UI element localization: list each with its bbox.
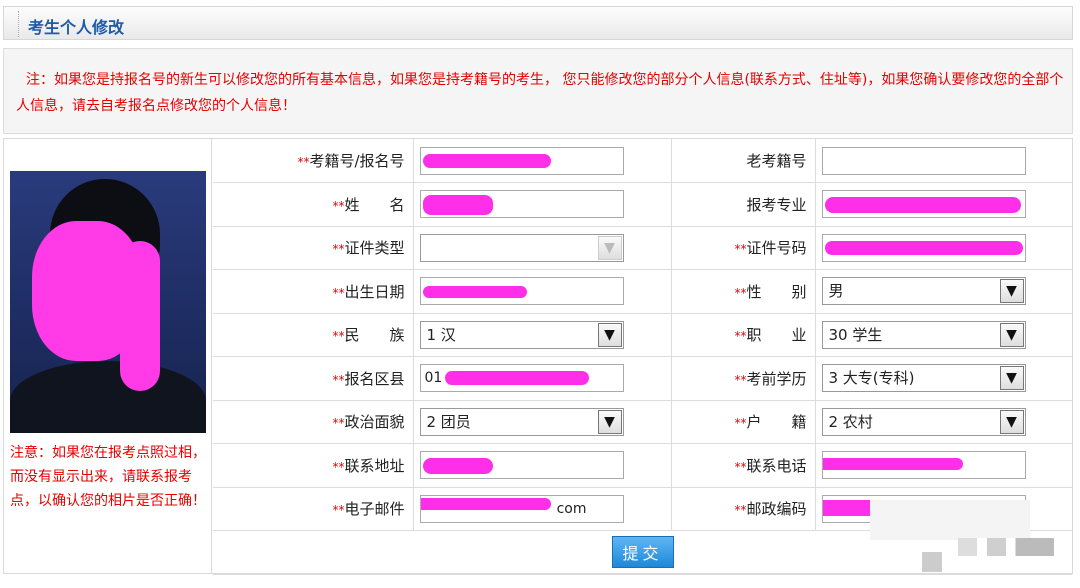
label-major: 报考专业 [671, 182, 816, 227]
chevron-down-icon: ▼ [999, 366, 1024, 391]
redaction-block [958, 538, 1054, 556]
chevron-down-icon: ▼ [597, 235, 622, 260]
label-ethnicity: **民 族 [213, 313, 414, 357]
form-row: **出生日期 **性 别 男 ▼ [213, 269, 1072, 314]
phone-input[interactable] [821, 451, 1026, 480]
chevron-down-icon: ▼ [999, 279, 1024, 304]
form-row: **证件类型 ▼ **证件号码 [213, 226, 1072, 270]
ethnicity-select[interactable]: 1 汉 ▼ [419, 320, 624, 349]
label-email: **电子邮件 [213, 487, 414, 531]
name-input[interactable] [419, 190, 624, 219]
region-input[interactable]: 01 [419, 364, 624, 393]
label-name: **姓 名 [213, 182, 414, 227]
id-type-select[interactable]: ▼ [419, 233, 624, 262]
form-row: **联系地址 **联系电话 [213, 443, 1072, 488]
chevron-down-icon: ▼ [597, 322, 622, 347]
label-occupation: **职 业 [671, 313, 816, 357]
photo-column: 注意：如果您在报考点照过相，而没有显示出来，请联系报考点，以确认您的相片是否正确… [4, 139, 212, 573]
household-select[interactable]: 2 农村 ▼ [821, 407, 1026, 436]
label-exam-no: **考籍号/报名号 [213, 139, 414, 183]
political-select[interactable]: 2 团员 ▼ [419, 407, 624, 436]
photo-note: 注意：如果您在报考点照过相，而没有显示出来，请联系报考点，以确认您的相片是否正确… [10, 445, 206, 509]
chevron-down-icon: ▼ [597, 409, 622, 434]
label-id-type: **证件类型 [213, 226, 414, 270]
header-grip [18, 11, 20, 37]
form-row: **报名区县 01 **考前学历 3 大专(专科) ▼ [213, 356, 1072, 401]
birth-date-input[interactable] [419, 277, 624, 306]
label-id-number: **证件号码 [671, 226, 816, 270]
label-education: **考前学历 [671, 356, 816, 401]
label-phone: **联系电话 [671, 443, 816, 488]
label-postcode: **邮政编码 [671, 487, 816, 531]
form-row: **考籍号/报名号 老考籍号 [213, 139, 1072, 183]
education-select[interactable]: 3 大专(专科) ▼ [821, 364, 1026, 393]
gender-select[interactable]: 男 ▼ [821, 277, 1026, 306]
form-row: **政治面貌 2 团员 ▼ **户 籍 2 农村 ▼ [213, 400, 1072, 444]
notice-text: 注：如果您是持报名号的新生可以修改您的所有基本信息，如果您是持考籍号的考生， 您… [16, 72, 1064, 114]
label-birth-date: **出生日期 [213, 269, 414, 314]
label-political: **政治面貌 [213, 400, 414, 444]
page-title: 考生个人修改 [28, 18, 125, 37]
old-exam-no-input[interactable] [821, 146, 1026, 175]
label-household: **户 籍 [671, 400, 816, 444]
page-header: 考生个人修改 [3, 6, 1073, 40]
chevron-down-icon: ▼ [999, 322, 1024, 347]
submit-button[interactable]: 提交 [611, 536, 674, 569]
label-region: **报名区县 [213, 356, 414, 401]
occupation-select[interactable]: 30 学生 ▼ [821, 320, 1026, 349]
major-input[interactable] [821, 190, 1026, 219]
address-input[interactable] [419, 451, 624, 480]
email-input[interactable]: com [419, 494, 624, 523]
notice-box: 注：如果您是持报名号的新生可以修改您的所有基本信息，如果您是持考籍号的考生， 您… [3, 48, 1073, 134]
redaction-block [870, 500, 1030, 540]
student-photo [10, 171, 206, 433]
chevron-down-icon: ▼ [999, 409, 1024, 434]
exam-no-input[interactable] [419, 146, 624, 175]
id-number-input[interactable] [821, 233, 1026, 262]
label-gender: **性 别 [671, 269, 816, 314]
label-address: **联系地址 [213, 443, 414, 488]
form-row: **姓 名 报考专业 [213, 182, 1072, 227]
redaction-block [922, 552, 942, 572]
form-row: **民 族 1 汉 ▼ **职 业 30 学生 ▼ [213, 313, 1072, 357]
label-old-exam-no: 老考籍号 [671, 139, 816, 183]
